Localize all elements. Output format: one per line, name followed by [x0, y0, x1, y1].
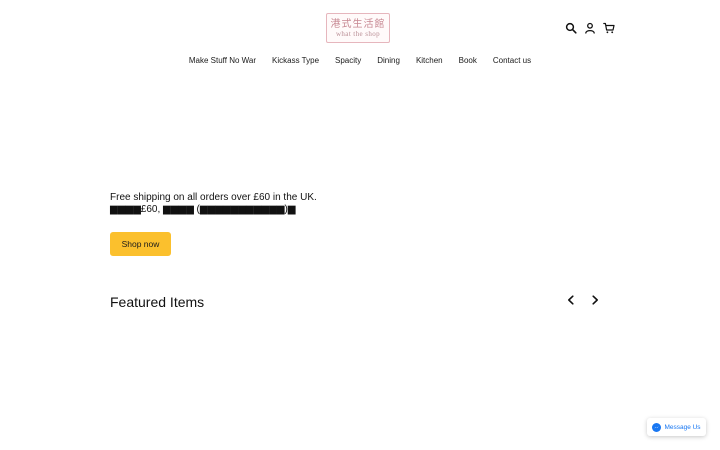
main-nav: Make Stuff No War Kickass Type Spacity D… — [0, 55, 720, 67]
shop-now-button[interactable]: Shop now — [110, 232, 171, 256]
messenger-icon — [652, 422, 662, 432]
hero-shipping-text: Free shipping on all orders over £60 in … — [110, 192, 317, 203]
nav-item-make-stuff-no-war[interactable]: Make Stuff No War — [189, 55, 256, 67]
nav-item-dining[interactable]: Dining — [377, 55, 400, 67]
header-icons — [564, 20, 616, 36]
logo-english-text: what the shop — [335, 29, 381, 38]
nav-item-kitchen[interactable]: Kitchen — [416, 55, 443, 67]
chevron-right-icon — [592, 295, 598, 305]
logo-chinese-text: 港式生活館 — [330, 18, 386, 30]
search-icon[interactable] — [564, 20, 578, 36]
hero-shipping-text-cn: ▆▆▆▆£60, ▆▆▆▆ (▆▆▆▆▆▆▆▆▆▆▆)▆ — [110, 204, 296, 215]
carousel-prev-button[interactable] — [564, 293, 578, 307]
messenger-button[interactable]: Message Us — [647, 418, 706, 436]
nav-item-kickass-type[interactable]: Kickass Type — [272, 55, 319, 67]
carousel-next-button[interactable] — [588, 293, 602, 307]
page: 港式生活館 what the shop Make Stuff No War Ki… — [0, 0, 720, 450]
featured-title: Featured Items — [110, 294, 205, 310]
site-logo[interactable]: 港式生活館 what the shop — [326, 13, 390, 43]
account-icon[interactable] — [583, 20, 597, 36]
chevron-left-icon — [568, 295, 574, 305]
cart-icon[interactable] — [602, 20, 616, 36]
messenger-label: Message Us — [664, 423, 701, 431]
nav-item-spacity[interactable]: Spacity — [335, 55, 361, 67]
nav-item-book[interactable]: Book — [459, 55, 477, 67]
nav-item-contact-us[interactable]: Contact us — [493, 55, 531, 67]
